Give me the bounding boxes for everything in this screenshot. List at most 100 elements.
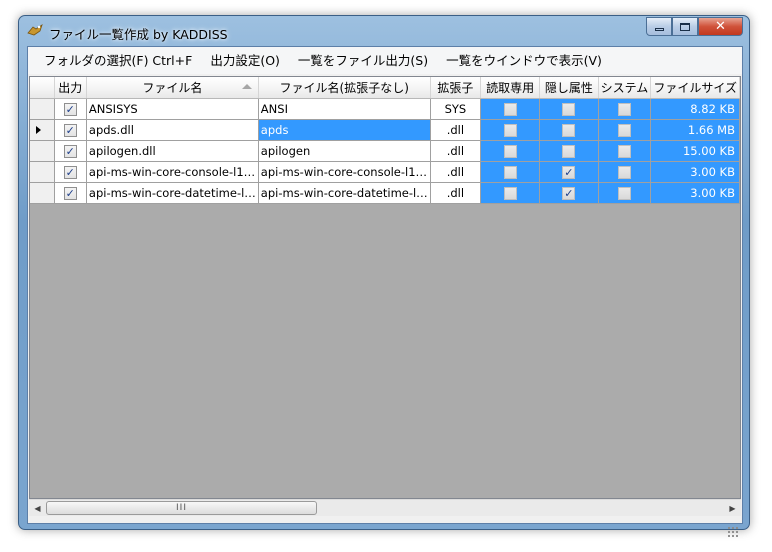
column-header-output[interactable]: 出力 bbox=[54, 77, 87, 99]
system-checkbox[interactable] bbox=[617, 165, 631, 179]
cell-filename[interactable]: api-ms-win-core-datetime-l… bbox=[86, 182, 259, 204]
column-header-extension[interactable]: 拡張子 bbox=[430, 77, 482, 99]
hidden-checkbox[interactable] bbox=[562, 144, 576, 158]
hidden-checkbox[interactable] bbox=[562, 102, 576, 116]
row-header[interactable] bbox=[30, 182, 55, 204]
table-row[interactable]: ✓ apds.dll apds .dll 1.66 MB bbox=[30, 119, 740, 141]
cell-output[interactable]: ✓ bbox=[54, 98, 87, 120]
cell-filename[interactable]: ANSISYS bbox=[86, 98, 259, 120]
cell-readonly[interactable] bbox=[480, 140, 541, 162]
readonly-checkbox[interactable] bbox=[503, 186, 517, 200]
cell-system[interactable] bbox=[598, 182, 652, 204]
row-header[interactable] bbox=[30, 140, 55, 162]
output-checkbox[interactable]: ✓ bbox=[63, 123, 77, 137]
cell-extension[interactable]: .dll bbox=[430, 182, 482, 204]
readonly-checkbox[interactable] bbox=[503, 165, 517, 179]
table-row[interactable]: ✓ apilogen.dll apilogen .dll 15.00 KB bbox=[30, 140, 740, 162]
cell-output[interactable]: ✓ bbox=[54, 119, 87, 141]
row-header[interactable] bbox=[30, 98, 55, 120]
cell-system[interactable] bbox=[598, 140, 652, 162]
cell-filesize[interactable]: 8.82 KB bbox=[650, 98, 740, 120]
cell-readonly[interactable] bbox=[480, 161, 541, 183]
column-header-hidden[interactable]: 隠し属性 bbox=[539, 77, 599, 99]
caption-buttons: ✕ bbox=[646, 17, 743, 37]
file-table: 出力 ファイル名 ファイル名(拡張子なし) 拡張子 読取専用 隠し属性 システム… bbox=[30, 77, 740, 204]
cell-output[interactable]: ✓ bbox=[54, 161, 87, 183]
cell-basename[interactable]: api-ms-win-core-datetime-l… bbox=[258, 182, 431, 204]
menu-export-list[interactable]: 一覧をファイル出力(S) bbox=[289, 50, 437, 71]
cell-hidden[interactable]: ✓ bbox=[539, 182, 599, 204]
cell-filename[interactable]: apds.dll bbox=[86, 119, 259, 141]
output-checkbox[interactable]: ✓ bbox=[63, 186, 77, 200]
system-checkbox[interactable] bbox=[617, 186, 631, 200]
file-grid[interactable]: 出力 ファイル名 ファイル名(拡張子なし) 拡張子 読取専用 隠し属性 システム… bbox=[29, 76, 741, 499]
cell-basename[interactable]: apilogen bbox=[258, 140, 431, 162]
cell-filename[interactable]: api-ms-win-core-console-l1… bbox=[86, 161, 259, 183]
cell-filesize[interactable]: 3.00 KB bbox=[650, 161, 740, 183]
cell-basename[interactable]: apds bbox=[258, 119, 431, 141]
column-header-filesize[interactable]: ファイルサイズ bbox=[650, 77, 740, 99]
readonly-checkbox[interactable] bbox=[503, 144, 517, 158]
menu-show-list-window[interactable]: 一覧をウインドウで表示(V) bbox=[437, 50, 611, 71]
close-button[interactable]: ✕ bbox=[698, 17, 743, 36]
cell-readonly[interactable] bbox=[480, 182, 541, 204]
column-header-system[interactable]: システム bbox=[598, 77, 652, 99]
row-header[interactable] bbox=[30, 161, 55, 183]
column-header-filename[interactable]: ファイル名 bbox=[86, 77, 259, 99]
cell-basename[interactable]: api-ms-win-core-console-l1… bbox=[258, 161, 431, 183]
menu-output-settings[interactable]: 出力設定(O) bbox=[201, 50, 289, 71]
column-header-filename-label: ファイル名 bbox=[142, 80, 203, 95]
cell-extension[interactable]: .dll bbox=[430, 161, 482, 183]
cell-filesize[interactable]: 1.66 MB bbox=[650, 119, 740, 141]
row-header[interactable] bbox=[30, 119, 55, 141]
column-header-basename[interactable]: ファイル名(拡張子なし) bbox=[258, 77, 431, 99]
table-row[interactable]: ✓ ANSISYS ANSI SYS 8.82 KB bbox=[30, 98, 740, 120]
cell-basename[interactable]: ANSI bbox=[258, 98, 431, 120]
cell-extension[interactable]: .dll bbox=[430, 119, 482, 141]
column-header-readonly[interactable]: 読取専用 bbox=[480, 77, 541, 99]
resize-grip-icon[interactable] bbox=[727, 526, 739, 538]
cell-hidden[interactable] bbox=[539, 140, 599, 162]
cell-system[interactable] bbox=[598, 119, 652, 141]
readonly-checkbox[interactable] bbox=[503, 123, 517, 137]
cell-readonly[interactable] bbox=[480, 119, 541, 141]
cell-hidden[interactable] bbox=[539, 119, 599, 141]
minimize-icon bbox=[654, 28, 664, 31]
cell-system[interactable] bbox=[598, 98, 652, 120]
cell-output[interactable]: ✓ bbox=[54, 140, 87, 162]
scroll-right-arrow-icon[interactable]: ▶ bbox=[724, 500, 741, 517]
hidden-checkbox[interactable] bbox=[562, 123, 576, 137]
output-checkbox[interactable]: ✓ bbox=[63, 165, 77, 179]
current-row-arrow-icon bbox=[36, 125, 41, 134]
cell-filesize[interactable]: 3.00 KB bbox=[650, 182, 740, 204]
cell-readonly[interactable] bbox=[480, 98, 541, 120]
system-checkbox[interactable] bbox=[617, 144, 631, 158]
cell-extension[interactable]: SYS bbox=[430, 98, 482, 120]
table-row[interactable]: ✓ api-ms-win-core-console-l1… api-ms-win-c… bbox=[30, 161, 740, 183]
menu-select-folder[interactable]: フォルダの選択(F) Ctrl+F bbox=[35, 50, 201, 71]
scrollbar-thumb[interactable]: III bbox=[46, 501, 317, 515]
cell-output[interactable]: ✓ bbox=[54, 182, 87, 204]
output-checkbox[interactable]: ✓ bbox=[63, 102, 77, 116]
minimize-button[interactable] bbox=[646, 17, 672, 36]
output-checkbox[interactable]: ✓ bbox=[63, 144, 77, 158]
cell-hidden[interactable]: ✓ bbox=[539, 161, 599, 183]
hidden-checkbox[interactable]: ✓ bbox=[562, 165, 576, 179]
scroll-left-arrow-icon[interactable]: ◀ bbox=[29, 500, 46, 517]
table-row[interactable]: ✓ api-ms-win-core-datetime-l… api-ms-win-c… bbox=[30, 182, 740, 204]
row-header-corner[interactable] bbox=[30, 77, 55, 99]
maximize-button[interactable] bbox=[672, 17, 698, 36]
grid-body: ✓ ANSISYS ANSI SYS 8.82 KB ✓ apds.dll apds .dll 1… bbox=[30, 98, 740, 204]
cell-filesize[interactable]: 15.00 KB bbox=[650, 140, 740, 162]
readonly-checkbox[interactable] bbox=[503, 102, 517, 116]
hidden-checkbox[interactable]: ✓ bbox=[562, 186, 576, 200]
cell-extension[interactable]: .dll bbox=[430, 140, 482, 162]
system-checkbox[interactable] bbox=[617, 102, 631, 116]
cell-hidden[interactable] bbox=[539, 98, 599, 120]
title-bar[interactable]: ファイル一覧作成 by KADDISS ✕ bbox=[19, 16, 749, 46]
sort-ascending-icon bbox=[241, 84, 252, 89]
cell-filename[interactable]: apilogen.dll bbox=[86, 140, 259, 162]
cell-system[interactable] bbox=[598, 161, 652, 183]
horizontal-scrollbar[interactable]: ◀ III ▶ bbox=[29, 499, 741, 516]
system-checkbox[interactable] bbox=[617, 123, 631, 137]
